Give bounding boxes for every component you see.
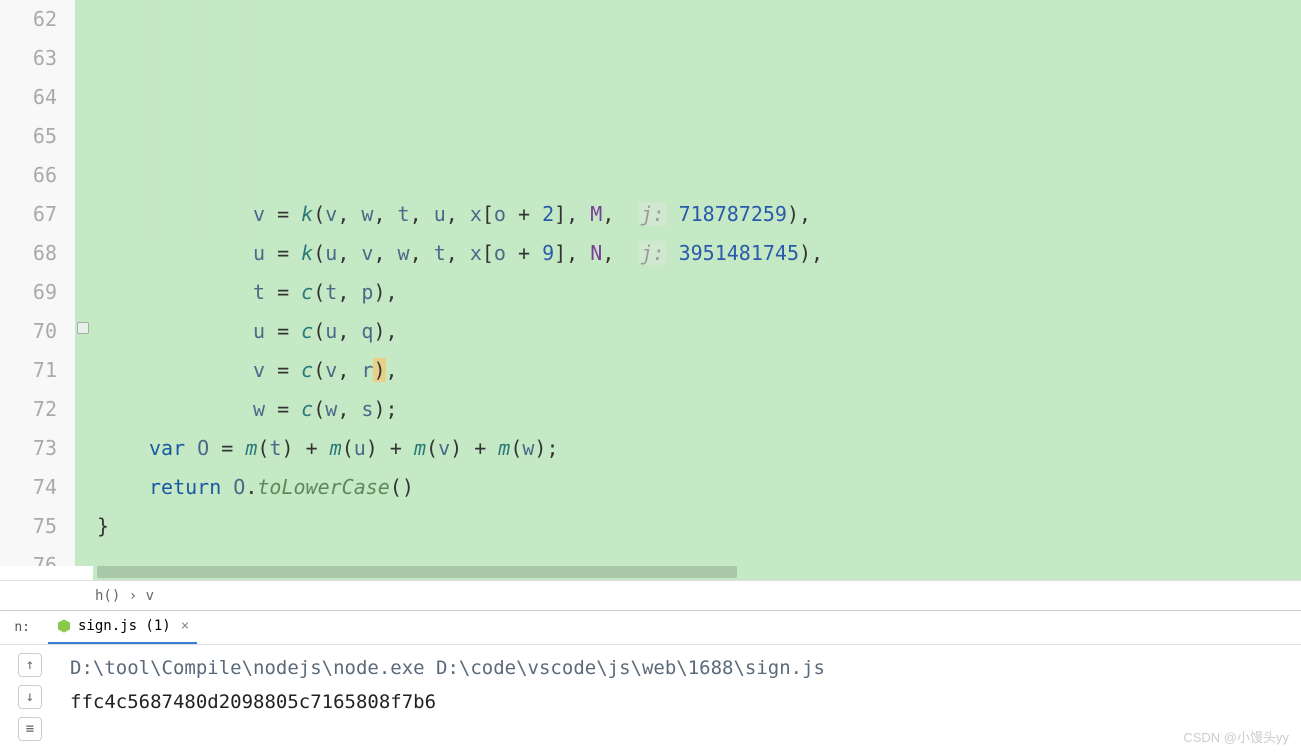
code-line[interactable]: v = c(v, r), [93, 351, 1301, 390]
line-number-gutter: 626364656667686970717273747576 [0, 0, 75, 566]
code-line[interactable]: v = k(v, w, t, u, x[o + 2], M, j: 718787… [93, 195, 1301, 234]
line-number: 67 [0, 195, 57, 234]
line-number: 70 [0, 312, 57, 351]
line-number: 64 [0, 78, 57, 117]
line-number: 65 [0, 117, 57, 156]
breadcrumb-text: h() › v [95, 588, 154, 604]
horizontal-scrollbar-thumb[interactable] [97, 566, 737, 578]
console-command-line: D:\tool\Compile\nodejs\node.exe D:\code\… [70, 651, 1291, 685]
line-number: 76 [0, 546, 57, 566]
line-number: 62 [0, 0, 57, 39]
editor-area: 626364656667686970717273747576 v = k(v, … [0, 0, 1301, 566]
code-line[interactable]: w = c(w, s); [93, 390, 1301, 429]
console-output-line: ffc4c5687480d2098805c7165808f7b6 [70, 685, 1291, 719]
fold-marker-icon[interactable] [77, 322, 89, 334]
fold-strip [75, 0, 93, 566]
code-line[interactable]: t = c(t, p), [93, 273, 1301, 312]
code-line[interactable]: u = k(u, v, w, t, x[o + 9], N, j: 395148… [93, 234, 1301, 273]
line-number: 68 [0, 234, 57, 273]
line-number: 75 [0, 507, 57, 546]
line-number: 71 [0, 351, 57, 390]
nodejs-icon [56, 618, 72, 634]
line-number: 73 [0, 429, 57, 468]
code-line[interactable] [93, 546, 1301, 566]
code-body[interactable]: v = k(v, w, t, u, x[o + 2], M, j: 718787… [93, 0, 1301, 566]
run-tab-bar: n: sign.js (1) × [0, 610, 1301, 644]
code-line[interactable]: var O = m(t) + m(u) + m(v) + m(w); [93, 429, 1301, 468]
line-number: 72 [0, 390, 57, 429]
line-number: 63 [0, 39, 57, 78]
run-label: n: [0, 620, 30, 635]
line-number: 69 [0, 273, 57, 312]
console-controls: ↑ ↓ ≡ [0, 645, 60, 752]
run-tab-label: sign.js (1) [78, 618, 171, 634]
line-number: 74 [0, 468, 57, 507]
horizontal-scrollbar[interactable] [93, 566, 1301, 580]
code-line[interactable]: return O.toLowerCase() [93, 468, 1301, 507]
scroll-down-button[interactable]: ↓ [18, 685, 42, 709]
code-line[interactable]: } [93, 507, 1301, 546]
run-tab-active[interactable]: sign.js (1) × [48, 611, 197, 645]
close-icon[interactable]: × [181, 618, 189, 634]
watermark: CSDN @小馒头yy [1183, 727, 1289, 746]
scroll-up-button[interactable]: ↑ [18, 653, 42, 677]
console-output[interactable]: D:\tool\Compile\nodejs\node.exe D:\code\… [60, 645, 1301, 752]
soft-wrap-button[interactable]: ≡ [18, 717, 42, 741]
code-line[interactable]: u = c(u, q), [93, 312, 1301, 351]
breadcrumb[interactable]: h() › v [0, 580, 1301, 610]
line-number: 66 [0, 156, 57, 195]
console-area: ↑ ↓ ≡ D:\tool\Compile\nodejs\node.exe D:… [0, 644, 1301, 752]
